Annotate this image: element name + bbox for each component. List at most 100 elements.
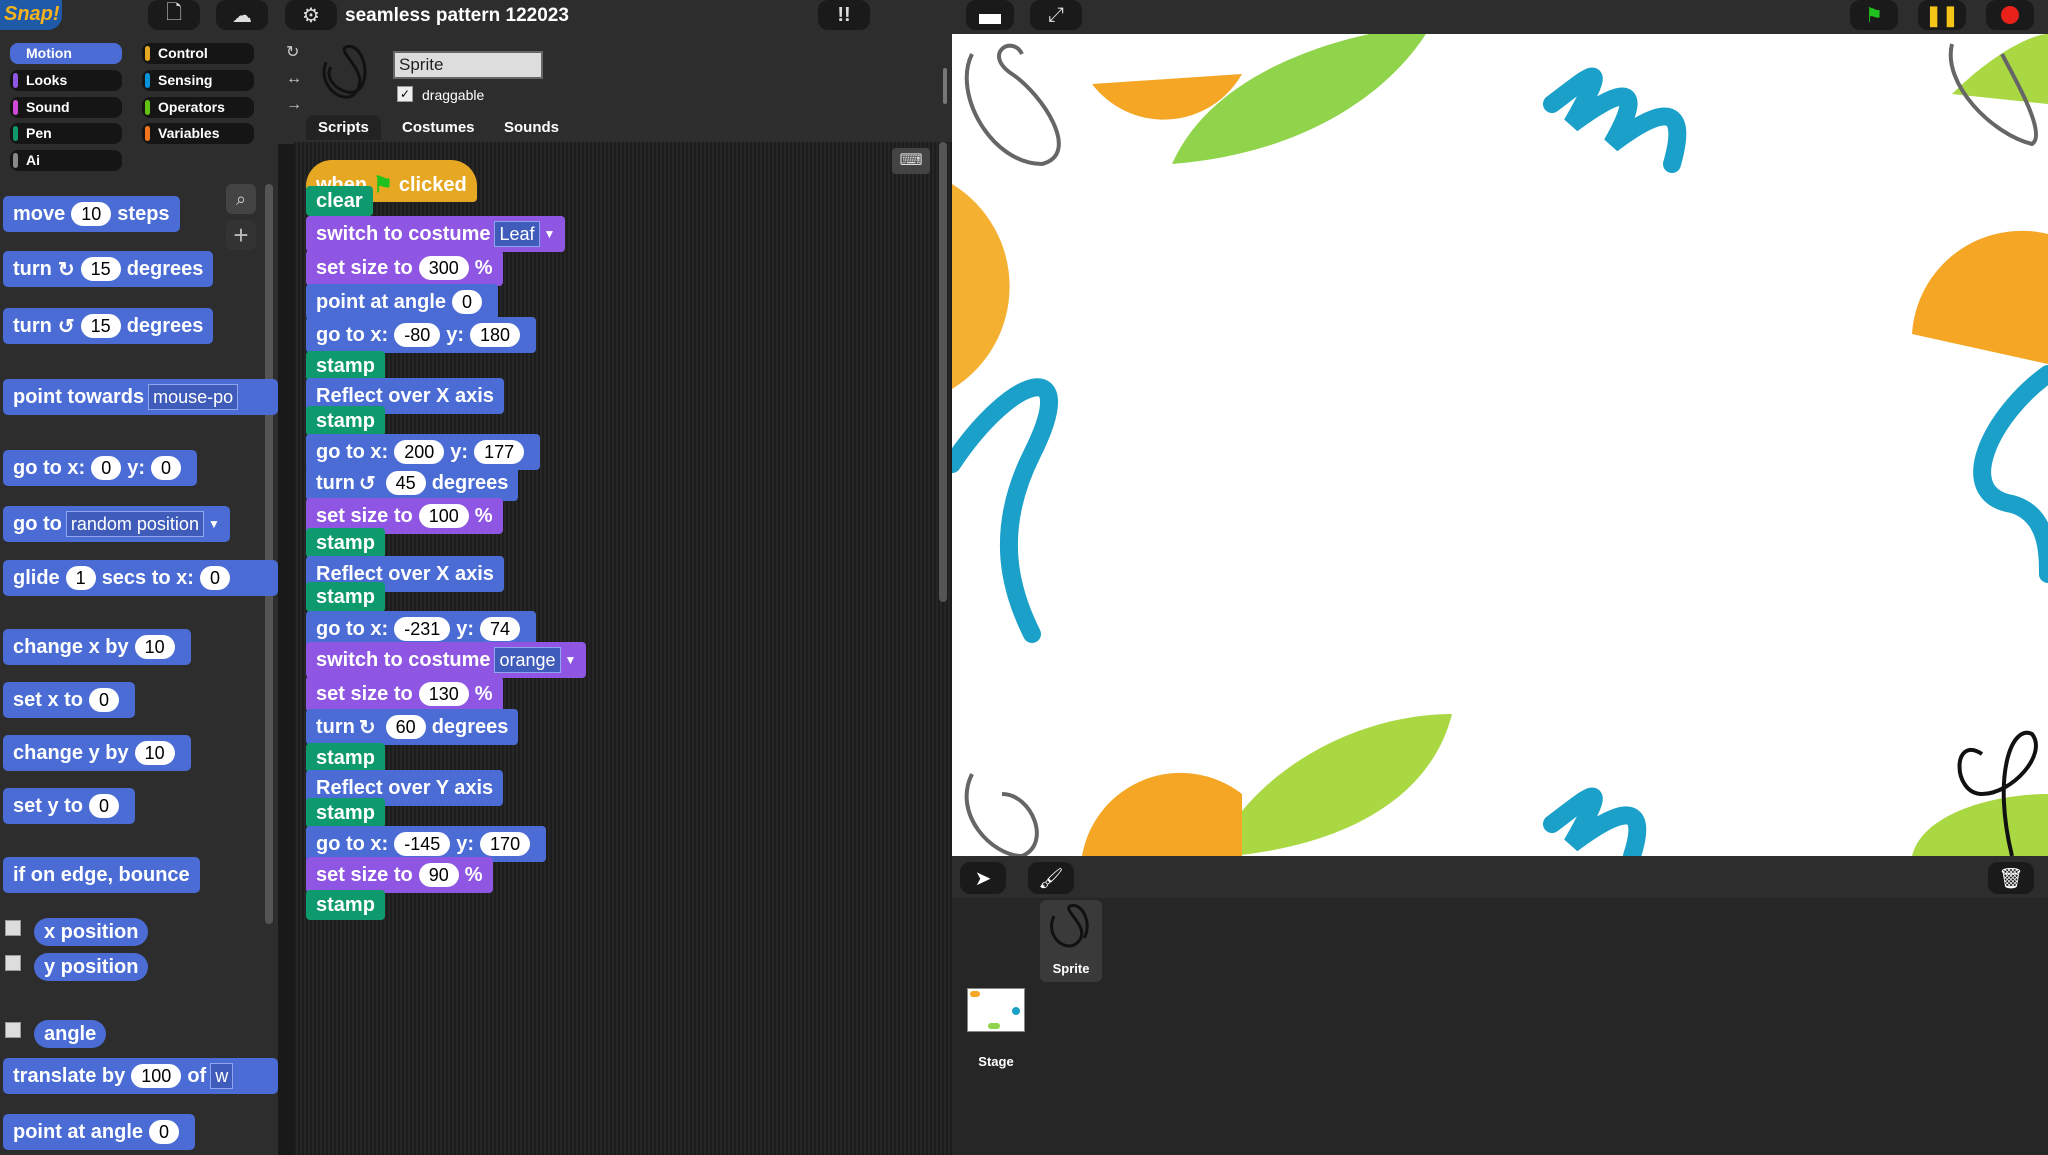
category-operators[interactable]: Operators: [142, 97, 254, 118]
script-block-stamp[interactable]: stamp: [306, 890, 385, 920]
block-input[interactable]: 0: [89, 794, 120, 818]
script-block-stamp[interactable]: stamp: [306, 798, 385, 828]
delete-sprite-button[interactable]: 🗑: [1988, 862, 2034, 894]
palette-block-glide[interactable]: glide 1 secs to x: 0: [3, 560, 278, 596]
scripts-scrollbar[interactable]: [939, 142, 947, 602]
block-input[interactable]: 100: [131, 1064, 182, 1088]
make-block-button[interactable]: +: [226, 220, 256, 250]
category-motion[interactable]: Motion: [10, 43, 122, 64]
stop-button[interactable]: [1986, 0, 2034, 30]
rotation-none-icon[interactable]: →: [286, 96, 302, 114]
block-dropdown[interactable]: Leaf: [494, 221, 540, 247]
block-input[interactable]: 10: [71, 202, 112, 226]
block-input[interactable]: 10: [134, 635, 175, 659]
stage-corral-item[interactable]: Stage: [964, 988, 1028, 1069]
palette-block-point-towards[interactable]: point towards mouse-po: [3, 379, 278, 415]
palette-reporter-x-position[interactable]: x position: [34, 918, 149, 946]
palette-block-move[interactable]: move 10 steps: [3, 196, 180, 232]
block-input[interactable]: 200: [394, 440, 445, 464]
script-block-switch-to-costume[interactable]: switch to costume orange ▼: [306, 642, 587, 678]
palette-block-turn-clockwise[interactable]: turn ↻ 15 degrees: [3, 251, 214, 287]
tab-sounds[interactable]: Sounds: [492, 115, 571, 140]
block-input[interactable]: 10: [134, 741, 175, 765]
sprite-name-field[interactable]: Sprite: [393, 51, 543, 79]
block-input[interactable]: -145: [394, 832, 451, 856]
palette-block-turn-counterclockwise[interactable]: turn ↺ 15 degrees: [3, 308, 214, 344]
block-dropdown[interactable]: orange: [494, 647, 561, 673]
palette-scrollbar[interactable]: [265, 184, 273, 924]
snap-logo[interactable]: Snap!: [0, 0, 62, 30]
tab-scripts[interactable]: Scripts: [306, 115, 381, 140]
palette-block-change-y[interactable]: change y by 10: [3, 735, 191, 771]
block-input[interactable]: 177: [474, 440, 525, 464]
category-control[interactable]: Control: [142, 43, 254, 64]
script-block-set-size-to[interactable]: set size to 130%: [306, 676, 503, 712]
keyboard-entry-button[interactable]: ⌨: [892, 148, 930, 174]
script-block-clear[interactable]: clear: [306, 186, 373, 216]
block-input[interactable]: 130: [418, 682, 469, 706]
palette-block-change-x[interactable]: change x by 10: [3, 629, 191, 665]
script-block-switch-to-costume[interactable]: switch to costume Leaf ▼: [306, 216, 566, 252]
category-looks[interactable]: Looks: [10, 70, 122, 91]
script-block-stamp[interactable]: stamp: [306, 743, 385, 773]
palette-block-bounce[interactable]: if on edge, bounce: [3, 857, 200, 893]
paint-new-sprite-button[interactable]: 🖌: [1028, 862, 1074, 894]
palette-reporter-y-position[interactable]: y position: [34, 953, 149, 981]
script-block-turn[interactable]: turn ↺ 45 degrees: [306, 465, 519, 501]
palette-block-point-at-angle[interactable]: point at angle 0: [3, 1114, 196, 1150]
block-input[interactable]: 0: [89, 688, 120, 712]
block-input[interactable]: 15: [80, 257, 121, 281]
x-position-checkbox[interactable]: [5, 920, 21, 936]
block-dropdown[interactable]: mouse-po: [148, 384, 239, 410]
block-input[interactable]: -231: [394, 617, 451, 641]
block-input[interactable]: 45: [385, 471, 426, 495]
pane-resize-handle[interactable]: [943, 68, 947, 104]
block-input[interactable]: 0: [151, 456, 182, 480]
rotation-flip-icon[interactable]: ↔: [286, 70, 302, 88]
block-input[interactable]: 1: [65, 566, 96, 590]
rotation-can-rotate-icon[interactable]: ↻: [286, 42, 299, 62]
settings-menu-button[interactable]: ⚙: [285, 0, 337, 30]
tab-costumes[interactable]: Costumes: [390, 115, 487, 140]
palette-block-set-y[interactable]: set y to 0: [3, 788, 136, 824]
sprite-corral-item[interactable]: Sprite: [1040, 900, 1102, 982]
script-block-turn[interactable]: turn ↻ 60 degrees: [306, 709, 519, 745]
block-input[interactable]: 100: [418, 504, 469, 528]
block-input[interactable]: 0: [91, 456, 122, 480]
add-turtle-sprite-button[interactable]: ➤: [960, 862, 1006, 894]
block-input[interactable]: 180: [470, 323, 521, 347]
palette-block-translate[interactable]: translate by 100 of w: [3, 1058, 278, 1094]
search-blocks-button[interactable]: ⌕: [226, 184, 256, 214]
script-block-set-size-to[interactable]: set size to 90%: [306, 857, 493, 893]
stage[interactable]: [952, 34, 2048, 856]
block-input[interactable]: -80: [394, 323, 441, 347]
scripts-area[interactable]: ⌨ when ⚑ clicked clear switch to costume L…: [294, 142, 952, 1155]
palette-block-go-to-xy[interactable]: go to x: 0 y: 0: [3, 450, 198, 486]
script-block-point-at-angle[interactable]: point at angle 0: [306, 284, 499, 320]
angle-checkbox[interactable]: [5, 1022, 21, 1038]
pause-button[interactable]: ❚❚: [1918, 0, 1966, 30]
block-input[interactable]: 170: [480, 832, 531, 856]
block-input[interactable]: 74: [480, 617, 521, 641]
normal-stage-button[interactable]: [966, 0, 1014, 30]
draggable-checkbox[interactable]: ✓: [397, 86, 413, 102]
script-block-stamp[interactable]: stamp: [306, 351, 385, 381]
cloud-menu-button[interactable]: ☁: [216, 0, 268, 30]
block-input[interactable]: 0: [149, 1120, 180, 1144]
file-menu-button[interactable]: 🗋: [148, 0, 200, 30]
block-input[interactable]: 0: [452, 290, 483, 314]
script-block-go-to-x[interactable]: go to x: -80 y: 180: [306, 317, 537, 353]
block-input[interactable]: 15: [80, 314, 121, 338]
category-variables[interactable]: Variables: [142, 123, 254, 144]
script-block-stamp[interactable]: stamp: [306, 406, 385, 436]
y-position-checkbox[interactable]: [5, 955, 21, 971]
palette-block-set-x[interactable]: set x to 0: [3, 682, 136, 718]
block-input[interactable]: 60: [385, 715, 426, 739]
palette-reporter-angle[interactable]: angle: [34, 1020, 107, 1048]
block-input[interactable]: 0: [199, 566, 230, 590]
stage-mode-button[interactable]: !!: [818, 0, 870, 30]
script-block-stamp[interactable]: stamp: [306, 582, 385, 612]
palette-block-go-to[interactable]: go to random position ▼: [3, 506, 230, 542]
block-dropdown[interactable]: w: [210, 1063, 234, 1089]
block-dropdown[interactable]: random position: [65, 511, 204, 537]
